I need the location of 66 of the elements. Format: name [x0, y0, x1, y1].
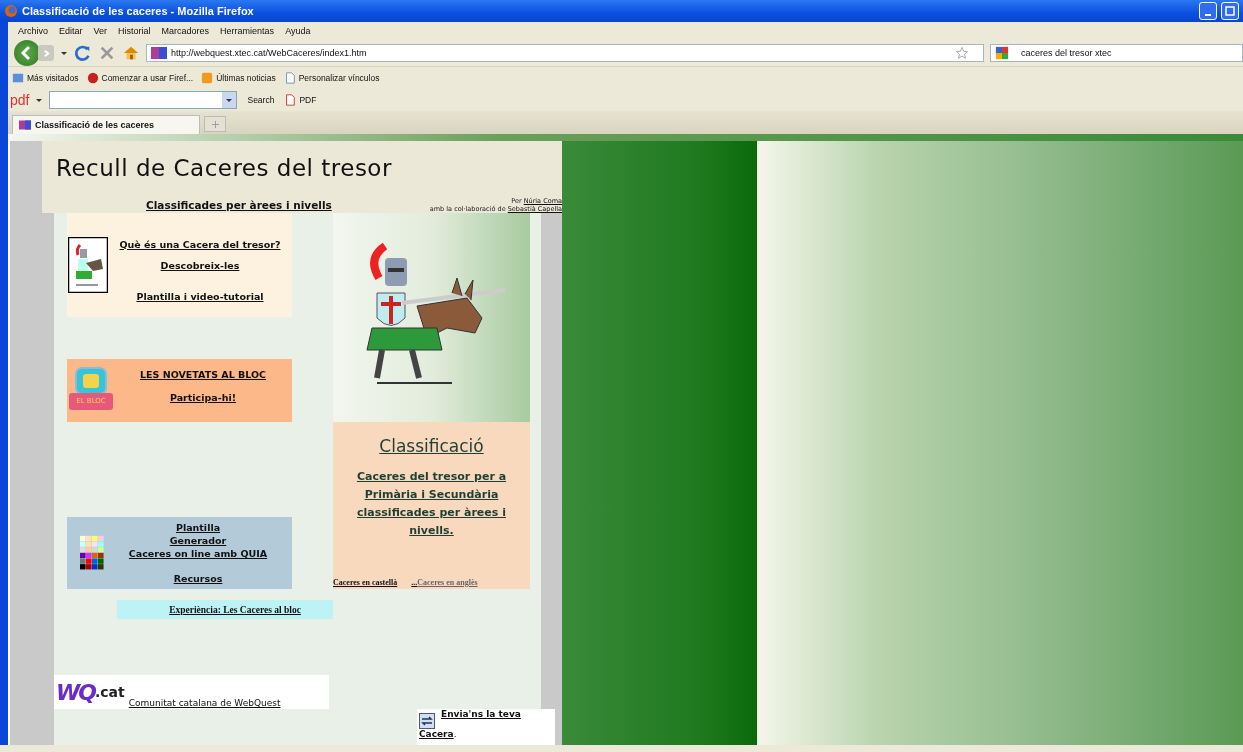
classification-link[interactable]: Classificació [379, 436, 484, 456]
bookmark-icon [283, 72, 296, 84]
intro-link[interactable]: Què és una Cacera del tresor? [119, 238, 281, 250]
intro-link[interactable]: Descobreix-les [160, 259, 240, 271]
stop-icon[interactable] [98, 44, 116, 62]
dropdown-arrow-icon[interactable] [35, 96, 44, 104]
experience-link[interactable]: Experiència: Les Caceres al bloc [117, 600, 333, 619]
maximize-button[interactable] [1221, 2, 1239, 20]
firefox-icon [4, 4, 18, 18]
tools-link[interactable]: Recursos [173, 573, 223, 584]
intro-link[interactable]: Plantilla i video-tutorial [136, 290, 264, 302]
pdf-search-field[interactable] [49, 91, 238, 109]
home-icon[interactable] [122, 44, 140, 62]
bookmark-item[interactable]: Personalizar vínculos [283, 72, 380, 84]
tools-link[interactable]: Generador [169, 535, 227, 546]
menu-item[interactable]: Herramientas [220, 26, 275, 36]
pdf-button[interactable]: PDF [284, 94, 317, 106]
menu-item[interactable]: Editar [59, 26, 83, 36]
pdf-logo[interactable]: pdf [10, 92, 30, 108]
search-engine-icon[interactable] [995, 46, 1009, 60]
blog-link[interactable]: LES NOVETATS AL BLOC [140, 368, 266, 380]
send-text: Cacera. [419, 729, 458, 739]
minimize-button[interactable] [1199, 2, 1217, 20]
subtitle-link[interactable]: Classificades per àrees i nivells [146, 199, 332, 213]
bookmark-item[interactable]: Más visitados [12, 72, 79, 84]
cacera-link[interactable]: Cacera [419, 729, 454, 739]
wq-logo-suffix: .cat [94, 684, 125, 700]
star-icon[interactable] [955, 46, 969, 60]
dropdown-button[interactable] [222, 92, 237, 108]
menu-item[interactable]: Historial [118, 26, 151, 36]
browser-tab[interactable]: Classificació de les caceres [12, 115, 200, 134]
community-link[interactable]: Comunitat catalana de WebQuest [128, 698, 281, 709]
address-field[interactable]: http://webquest.xtec.cat/WebCaceres/index1.htm [146, 44, 984, 62]
english-link[interactable]: Caceres en anglès [417, 578, 478, 587]
bookmark-item[interactable]: Comenzar a usar Firef... [86, 72, 194, 84]
menu-item[interactable]: Ayuda [285, 26, 311, 36]
site-icon [19, 119, 31, 131]
computer-screen-icon [75, 366, 107, 395]
search-button[interactable]: Search [247, 95, 275, 105]
blog-link[interactable]: Participa-hi! [170, 391, 236, 403]
classification-description-link[interactable]: Caceres del tresor per a Primària i Secundària classificades per àrees i nivells. [333, 468, 530, 540]
bookmark-icon [201, 72, 214, 84]
send-link[interactable]: Envia'ns la teva [441, 709, 521, 719]
plus-icon [210, 120, 220, 129]
tools-link[interactable]: Plantilla [175, 522, 221, 533]
page-title: Recull de Caceres del tresor [56, 155, 393, 181]
minimize-icon [1205, 14, 1211, 16]
bookmark-item[interactable]: Últimas noticias [201, 72, 276, 84]
dropdown-arrow-icon [225, 96, 234, 104]
bookmark-icon [12, 72, 24, 84]
search-field[interactable]: caceres del tresor xtec [990, 44, 1243, 62]
dropdown-arrow-icon[interactable] [60, 49, 68, 57]
back-button[interactable] [14, 40, 40, 66]
send-icon [419, 713, 435, 729]
pdf-file-icon [284, 94, 297, 106]
menu-item[interactable]: Ver [93, 26, 108, 36]
menu-item[interactable]: Archivo [18, 26, 48, 36]
site-icon [151, 47, 167, 59]
wq-logo[interactable]: WQ [56, 679, 95, 705]
spanish-link[interactable]: Caceres en castellà [333, 578, 398, 587]
tools-link[interactable]: Caceres on line amb QUIA [128, 548, 268, 559]
bookmark-icon [86, 72, 99, 84]
menu-item[interactable]: Marcadores [161, 26, 210, 36]
window-title: Classificació de les caceres - Mozilla Firefox [22, 5, 254, 17]
reload-icon[interactable] [74, 44, 92, 62]
maximize-icon [1225, 6, 1235, 16]
